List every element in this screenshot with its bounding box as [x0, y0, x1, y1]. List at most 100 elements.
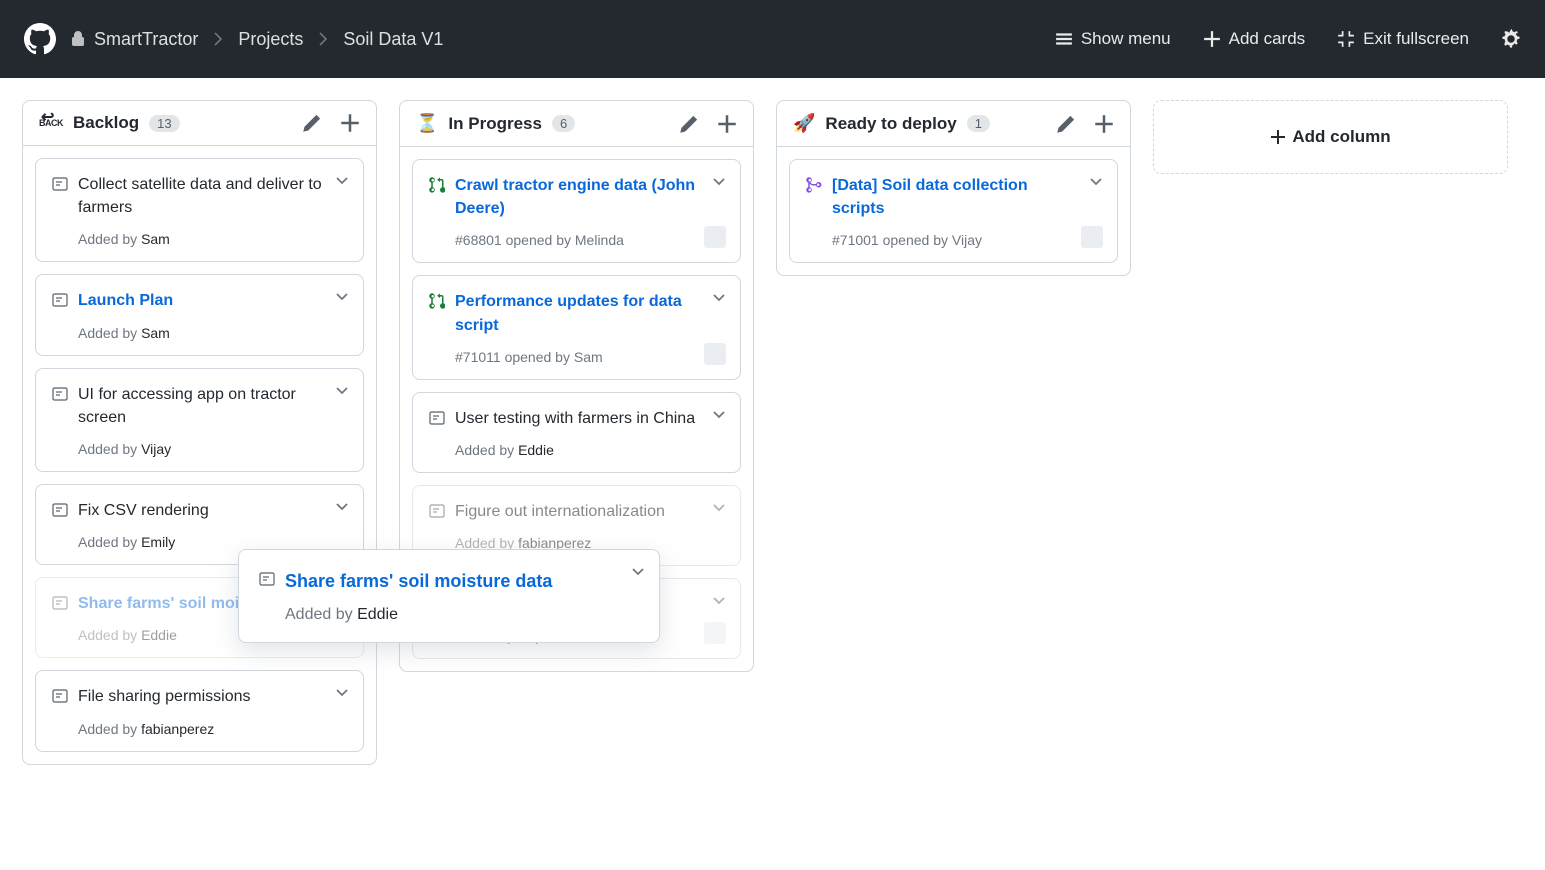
column-count-badge: 6	[552, 115, 575, 132]
card-title[interactable]: Share farms' soil moisture data	[285, 568, 639, 594]
card[interactable]: Launch Plan Added by Sam	[35, 274, 364, 355]
chevron-down-icon[interactable]	[1089, 174, 1103, 188]
card-title[interactable]: Performance updates for data script	[455, 290, 724, 336]
card-meta: Added by Sam	[52, 325, 347, 341]
card-title: Collect satellite data and deliver to fa…	[78, 173, 347, 219]
breadcrumb: SmartTractor Projects Soil Data V1	[70, 29, 443, 50]
card[interactable]: File sharing permissions Added by fabian…	[35, 670, 364, 751]
card-title[interactable]: Crawl tractor engine data (John Deere)	[455, 174, 724, 220]
column-title: Backlog	[73, 113, 139, 133]
chevron-right-icon	[214, 32, 222, 46]
column-header: ↩BACK Backlog 13	[23, 101, 376, 146]
card-meta: Added by fabianperez	[52, 721, 347, 737]
column-count-badge: 1	[967, 115, 990, 132]
assignee-avatar[interactable]	[704, 226, 726, 248]
back-icon: ↩BACK	[39, 118, 63, 128]
note-icon	[52, 386, 68, 402]
column-emoji: 🚀	[793, 113, 815, 134]
header-right: Show menu Add cards Exit fullscreen	[1055, 29, 1521, 49]
chevron-down-icon[interactable]	[712, 174, 726, 188]
collapse-icon	[1337, 30, 1355, 48]
chevron-down-icon[interactable]	[712, 290, 726, 304]
assignee-avatar[interactable]	[704, 622, 726, 644]
card-meta: Added by Eddie	[429, 442, 724, 458]
card-title: File sharing permissions	[78, 685, 347, 708]
card-meta: #71001 opened by Vijay	[806, 232, 1101, 248]
add-cards-label: Add cards	[1229, 29, 1306, 49]
exit-fullscreen-label: Exit fullscreen	[1363, 29, 1469, 49]
note-icon	[52, 595, 68, 611]
column-title: In Progress	[448, 114, 542, 134]
note-icon	[429, 410, 445, 426]
plus-icon[interactable]	[1094, 114, 1114, 134]
note-icon	[429, 503, 445, 519]
pencil-icon[interactable]	[679, 114, 699, 134]
pencil-icon[interactable]	[1056, 114, 1076, 134]
card[interactable]: UI for accessing app on tractor screen A…	[35, 368, 364, 472]
assignee-avatar[interactable]	[1081, 226, 1103, 248]
dragging-card[interactable]: Share farms' soil moisture data Added by…	[238, 549, 660, 643]
card[interactable]: Performance updates for data script #710…	[412, 275, 741, 379]
breadcrumb-projects[interactable]: Projects	[238, 29, 303, 50]
card[interactable]: Collect satellite data and deliver to fa…	[35, 158, 364, 262]
column-title: Ready to deploy	[825, 114, 956, 134]
chevron-down-icon[interactable]	[335, 173, 349, 187]
plus-icon	[1203, 30, 1221, 48]
chevron-down-icon[interactable]	[335, 499, 349, 513]
github-logo[interactable]	[24, 23, 56, 55]
card[interactable]: Crawl tractor engine data (John Deere) #…	[412, 159, 741, 263]
column-header: ⏳ In Progress 6	[400, 101, 753, 147]
card-meta: Added by Emily	[52, 534, 347, 550]
add-column-label: Add column	[1292, 127, 1390, 147]
note-icon	[259, 571, 275, 587]
card-meta: Added by Sam	[52, 231, 347, 247]
chevron-down-icon[interactable]	[631, 564, 645, 578]
lock-icon	[70, 31, 86, 47]
card-meta: #68801 opened by Melinda	[429, 232, 724, 248]
note-icon	[52, 176, 68, 192]
plus-icon	[1270, 129, 1286, 145]
card-title: UI for accessing app on tractor screen	[78, 383, 347, 429]
add-column-button[interactable]: Add column	[1153, 100, 1508, 174]
plus-icon[interactable]	[340, 113, 360, 133]
card-title: Fix CSV rendering	[78, 499, 347, 522]
card-meta: Added by Eddie	[259, 606, 639, 624]
plus-icon[interactable]	[717, 114, 737, 134]
column-body: [Data] Soil data collection scripts #710…	[777, 147, 1130, 275]
assignee-avatar[interactable]	[704, 343, 726, 365]
pr-open-icon	[429, 293, 445, 309]
note-icon	[52, 292, 68, 308]
chevron-right-icon	[319, 32, 327, 46]
card-meta: Added by Vijay	[52, 441, 347, 457]
chevron-down-icon[interactable]	[712, 407, 726, 421]
pr-open-icon	[429, 177, 445, 193]
exit-fullscreen-button[interactable]: Exit fullscreen	[1337, 29, 1469, 49]
chevron-down-icon[interactable]	[335, 383, 349, 397]
card-title: Figure out internationalization	[455, 500, 724, 523]
card-title[interactable]: Launch Plan	[78, 289, 347, 312]
gear-icon[interactable]	[1501, 29, 1521, 49]
breadcrumb-repo[interactable]: SmartTractor	[70, 29, 198, 50]
chevron-down-icon[interactable]	[335, 685, 349, 699]
chevron-down-icon[interactable]	[335, 289, 349, 303]
card-meta: #71011 opened by Sam	[429, 349, 724, 365]
card[interactable]: User testing with farmers in China Added…	[412, 392, 741, 473]
card-title: User testing with farmers in China	[455, 407, 724, 430]
show-menu-label: Show menu	[1081, 29, 1171, 49]
pr-merged-icon	[806, 177, 822, 193]
card-title[interactable]: [Data] Soil data collection scripts	[832, 174, 1101, 220]
column-actions	[1056, 114, 1114, 134]
chevron-down-icon[interactable]	[712, 593, 726, 607]
pencil-icon[interactable]	[302, 113, 322, 133]
header: SmartTractor Projects Soil Data V1 Show …	[0, 0, 1545, 78]
card[interactable]: [Data] Soil data collection scripts #710…	[789, 159, 1118, 263]
chevron-down-icon[interactable]	[712, 500, 726, 514]
column-header: 🚀 Ready to deploy 1	[777, 101, 1130, 147]
show-menu-button[interactable]: Show menu	[1055, 29, 1171, 49]
add-cards-button[interactable]: Add cards	[1203, 29, 1306, 49]
header-left: SmartTractor Projects Soil Data V1	[24, 23, 443, 55]
breadcrumb-current[interactable]: Soil Data V1	[343, 29, 443, 50]
column-actions	[302, 113, 360, 133]
column: ↩BACK Backlog 13 Collect satellite data …	[22, 100, 377, 765]
board: ↩BACK Backlog 13 Collect satellite data …	[0, 78, 1545, 787]
